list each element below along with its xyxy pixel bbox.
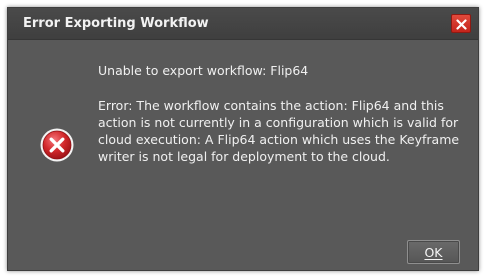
dialog-title: Error Exporting Workflow [23, 16, 209, 31]
close-button[interactable] [451, 14, 471, 33]
error-icon [40, 128, 74, 162]
error-detail: Error: The workflow contains the action:… [98, 98, 460, 164]
close-icon [456, 19, 467, 30]
error-headline: Unable to export workflow: Flip64 [98, 63, 309, 78]
message-area: Unable to export workflow: Flip64 Error:… [98, 62, 468, 165]
ok-button-label: OK [424, 244, 443, 260]
error-dialog: Error Exporting Workflow Unable to expor… [7, 7, 479, 271]
title-bar: Error Exporting Workflow [8, 8, 478, 40]
ok-button[interactable]: OK [407, 240, 460, 264]
